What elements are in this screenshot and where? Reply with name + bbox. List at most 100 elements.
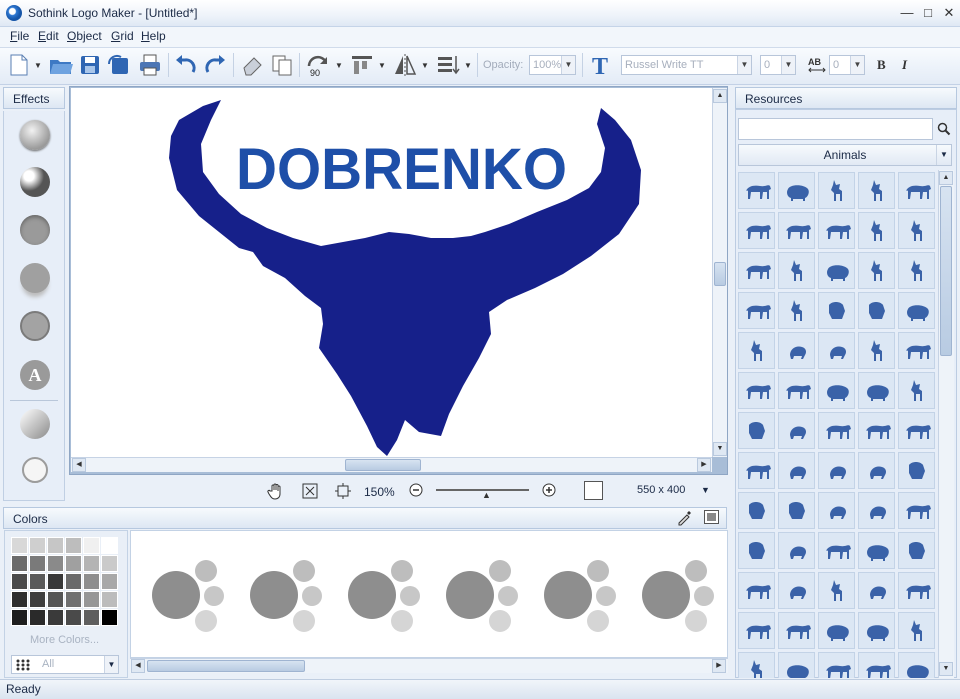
color-scheme-item[interactable] [250,558,330,634]
eraser-icon[interactable] [240,52,266,78]
resource-horse[interactable] [738,572,775,609]
color-swatch[interactable] [83,609,100,626]
resource-spider[interactable] [818,452,855,489]
resource-boar[interactable] [778,172,815,209]
resource-monkey[interactable] [738,532,775,569]
resource-cow[interactable] [738,212,775,249]
italic-button[interactable]: I [902,57,907,73]
resource-elephant[interactable] [898,292,935,329]
resource-camel[interactable] [858,652,895,678]
color-swatch[interactable] [65,537,82,554]
filter-dropdown-icon[interactable]: ▼ [104,656,118,673]
resource-giraffe[interactable] [898,252,935,289]
resource-antelope[interactable] [898,212,935,249]
color-swatch[interactable] [29,591,46,608]
effect-none[interactable] [22,457,48,483]
resource-stag[interactable] [858,252,895,289]
scroll-down-arrow-icon[interactable]: ▼ [713,442,727,456]
zoom-out-icon[interactable] [408,482,424,498]
menu-grid[interactable]: Grid [111,29,134,43]
color-swatch[interactable] [29,537,46,554]
resource-rabbit[interactable] [778,332,815,369]
resource-whale[interactable] [898,652,935,678]
color-swatch[interactable] [65,591,82,608]
palette-scroll-left-icon[interactable]: ◀ [131,659,145,673]
menu-file[interactable]: File [10,29,29,43]
opacity-field[interactable]: 100% ▼ [529,55,576,75]
resource-pig[interactable] [818,372,855,409]
color-swatch[interactable] [29,609,46,626]
resource-cheetah[interactable] [778,212,815,249]
resource-search-input[interactable] [738,118,933,140]
arrange-icon[interactable] [435,52,461,78]
color-swatch[interactable] [101,573,118,590]
resource-camel[interactable] [898,332,935,369]
flip-icon[interactable] [392,52,418,78]
font-family-select[interactable]: Russel Write TT ▼ [621,55,752,75]
actual-size-icon[interactable] [334,482,352,500]
color-swatch[interactable] [65,555,82,572]
color-scheme-item[interactable] [152,558,232,634]
resource-hedgehog[interactable] [898,172,935,209]
color-swatch[interactable] [83,573,100,590]
opacity-dropdown-icon[interactable]: ▼ [561,56,575,74]
scroll-up-arrow-icon[interactable]: ▲ [713,89,727,103]
resource-dog[interactable] [738,612,775,649]
menu-edit[interactable]: Edit [38,29,59,43]
resource-scroll-up-icon[interactable]: ▲ [939,171,953,185]
print-icon[interactable] [137,52,163,78]
color-swatch[interactable] [83,555,100,572]
effect-gradient[interactable] [20,409,50,439]
color-swatch[interactable] [47,573,64,590]
letter-spacing-field[interactable]: 0 ▼ [829,55,865,75]
scroll-left-arrow-icon[interactable]: ◀ [72,458,86,472]
menu-help[interactable]: Help [141,29,166,43]
canvas-size-dropdown-icon[interactable]: ▼ [701,485,710,495]
color-swatch[interactable] [11,591,28,608]
effect-reflection[interactable] [20,263,50,293]
open-folder-icon[interactable] [48,52,74,78]
align-dropdown-icon[interactable]: ▼ [378,61,386,70]
flip-dropdown-icon[interactable]: ▼ [421,61,429,70]
resource-cat[interactable] [738,492,775,529]
eyedropper-icon[interactable] [676,509,693,526]
resource-deer[interactable] [858,172,895,209]
resource-horse[interactable] [858,412,895,449]
resource-horse[interactable] [778,612,815,649]
resource-wolf[interactable] [738,292,775,329]
color-filter-select[interactable]: All ▼ [11,655,119,674]
resource-deer[interactable] [738,652,775,678]
effect-text-style[interactable]: A [20,360,50,390]
effect-bevel[interactable] [20,120,50,150]
color-swatch[interactable] [83,591,100,608]
redo-icon[interactable] [202,52,228,78]
align-icon[interactable] [349,52,375,78]
font-size-select[interactable]: 0 ▼ [760,55,796,75]
text-tool-icon[interactable]: T [589,52,615,78]
resource-rat[interactable] [818,332,855,369]
resource-deer[interactable] [818,572,855,609]
save-as-icon[interactable] [106,52,132,78]
color-swatch[interactable] [65,609,82,626]
resource-dog[interactable] [898,492,935,529]
resource-category-select[interactable]: Animals ▼ [738,144,952,166]
color-swatch[interactable] [29,555,46,572]
zoom-in-icon[interactable] [541,482,557,498]
zoom-slider-thumb[interactable]: ▲ [482,490,491,500]
resource-cheetah[interactable] [738,252,775,289]
resource-pig[interactable] [858,532,895,569]
rotate-dropdown-icon[interactable]: ▼ [335,61,343,70]
canvas-hscroll-thumb[interactable] [345,459,421,471]
color-swatch[interactable] [47,591,64,608]
effect-inner-shadow[interactable] [20,215,50,245]
resource-lion[interactable] [738,412,775,449]
resource-bear[interactable] [738,172,775,209]
resource-kangaroo[interactable] [818,172,855,209]
color-scheme-item[interactable] [446,558,526,634]
copy-icon[interactable] [269,52,295,78]
resource-elephant[interactable] [818,612,855,649]
resource-dog[interactable] [818,532,855,569]
background-color-icon[interactable] [584,481,603,500]
design-canvas[interactable]: DOBRENKO [71,88,712,457]
resource-cat[interactable] [898,452,935,489]
